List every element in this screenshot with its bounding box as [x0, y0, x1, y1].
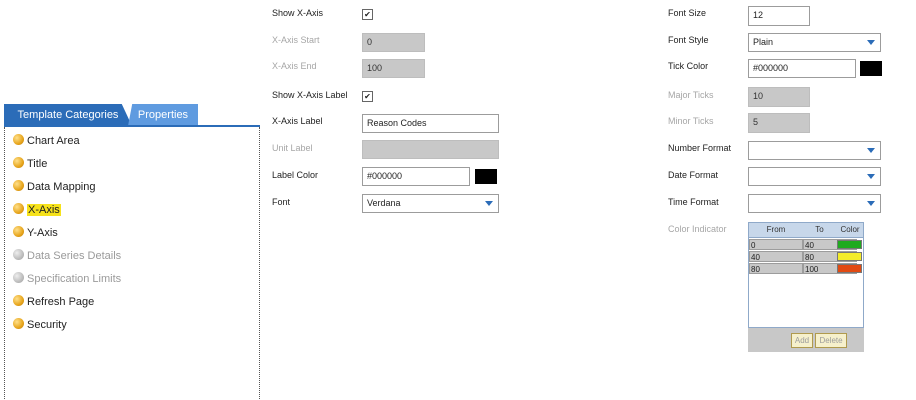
show-x-axis-checkbox[interactable]: ✔: [362, 9, 373, 20]
delete-button[interactable]: Delete: [815, 333, 847, 348]
tab-template-categories[interactable]: Template Categories: [4, 104, 132, 126]
color-indicator-table: From To Color 0 40 40 80 80 100: [748, 222, 864, 328]
category-chart-area[interactable]: Chart Area: [13, 132, 80, 150]
color-swatch[interactable]: [837, 252, 862, 261]
label-color-input[interactable]: #000000: [362, 167, 470, 186]
font-label: Font: [272, 197, 291, 207]
major-ticks-field: 10: [748, 87, 810, 107]
font-dropdown[interactable]: Verdana: [362, 194, 499, 213]
category-refresh-page[interactable]: Refresh Page: [13, 293, 94, 311]
tick-color-input[interactable]: #000000: [748, 59, 856, 78]
font-style-label: Font Style: [668, 35, 709, 45]
category-label: Chart Area: [27, 135, 80, 147]
category-y-axis[interactable]: Y-Axis: [13, 224, 58, 242]
category-bullet-icon: [13, 272, 24, 283]
color-indicator-header: From To Color: [749, 223, 863, 238]
unit-label-field: [362, 140, 499, 159]
color-indicator-actions: Add Delete: [748, 328, 864, 352]
table-row[interactable]: 40 80: [749, 251, 863, 263]
font-size-label: Font Size: [668, 8, 707, 18]
show-x-axis-label: Show X-Axis: [272, 8, 324, 18]
show-x-axis-label-checkbox[interactable]: ✔: [362, 91, 373, 102]
category-tabs: Template Categories Properties: [4, 104, 259, 126]
table-row[interactable]: 0 40: [749, 239, 863, 251]
color-indicator-label: Color Indicator: [668, 224, 727, 234]
date-format-dropdown[interactable]: [748, 167, 881, 186]
chevron-down-icon: [867, 148, 875, 153]
category-security[interactable]: Security: [13, 316, 67, 334]
category-bullet-icon: [13, 226, 24, 237]
x-axis-label-input[interactable]: Reason Codes: [362, 114, 499, 133]
x-axis-end-label: X-Axis End: [272, 61, 317, 71]
from-cell[interactable]: 40: [749, 251, 803, 262]
number-format-dropdown[interactable]: [748, 141, 881, 160]
number-format-label: Number Format: [668, 143, 732, 153]
label-color-label: Label Color: [272, 170, 319, 180]
x-axis-start-field: 0: [362, 33, 425, 52]
category-bullet-icon: [13, 180, 24, 191]
category-label: X-Axis: [27, 204, 61, 216]
category-x-axis[interactable]: X-Axis: [13, 201, 61, 219]
chevron-down-icon: [485, 201, 493, 206]
unit-label-label: Unit Label: [272, 143, 313, 153]
font-size-input[interactable]: 12: [748, 6, 810, 26]
category-label: Title: [27, 158, 48, 170]
column-header-from: From: [766, 225, 786, 234]
category-label: Y-Axis: [27, 227, 58, 239]
tick-color-label: Tick Color: [668, 61, 709, 71]
date-format-label: Date Format: [668, 170, 719, 180]
column-header-to: To: [815, 225, 824, 234]
x-axis-label-label: X-Axis Label: [272, 116, 323, 126]
category-bullet-icon: [13, 134, 24, 145]
category-bullet-icon: [13, 203, 24, 214]
tick-color-swatch[interactable]: [860, 61, 882, 76]
minor-ticks-label: Minor Ticks: [668, 116, 714, 126]
minor-ticks-field: 5: [748, 113, 810, 133]
from-cell[interactable]: 80: [749, 263, 803, 274]
category-data-series-details: Data Series Details: [13, 247, 121, 265]
color-swatch[interactable]: [837, 264, 862, 273]
category-data-mapping[interactable]: Data Mapping: [13, 178, 96, 196]
chevron-down-icon: [867, 174, 875, 179]
add-button[interactable]: Add: [791, 333, 813, 348]
category-list: Chart Area Title Data Mapping X-Axis Y-A…: [4, 127, 260, 399]
category-label: Specification Limits: [27, 273, 122, 285]
label-color-swatch[interactable]: [475, 169, 497, 184]
category-bullet-icon: [13, 157, 24, 168]
x-axis-end-field: 100: [362, 59, 425, 78]
column-header-color: Color: [840, 225, 860, 234]
category-specification-limits: Specification Limits: [13, 270, 121, 288]
color-swatch[interactable]: [837, 240, 862, 249]
font-value: Verdana: [367, 198, 401, 208]
category-label: Data Mapping: [27, 181, 96, 193]
category-bullet-icon: [13, 295, 24, 306]
x-axis-start-label: X-Axis Start: [272, 35, 320, 45]
category-title[interactable]: Title: [13, 155, 47, 173]
category-bullet-icon: [13, 249, 24, 260]
font-style-dropdown[interactable]: Plain: [748, 33, 881, 52]
table-row[interactable]: 80 100: [749, 263, 863, 275]
show-x-axis-label-label: Show X-Axis Label: [272, 90, 348, 100]
tab-properties[interactable]: Properties: [128, 104, 198, 126]
from-cell[interactable]: 0: [749, 239, 803, 250]
time-format-dropdown[interactable]: [748, 194, 881, 213]
time-format-label: Time Format: [668, 197, 719, 207]
category-label: Security: [27, 319, 67, 331]
chevron-down-icon: [867, 40, 875, 45]
category-label: Data Series Details: [27, 250, 122, 262]
font-style-value: Plain: [753, 37, 774, 47]
category-bullet-icon: [13, 318, 24, 329]
chevron-down-icon: [867, 201, 875, 206]
major-ticks-label: Major Ticks: [668, 90, 714, 100]
category-label: Refresh Page: [27, 296, 95, 308]
